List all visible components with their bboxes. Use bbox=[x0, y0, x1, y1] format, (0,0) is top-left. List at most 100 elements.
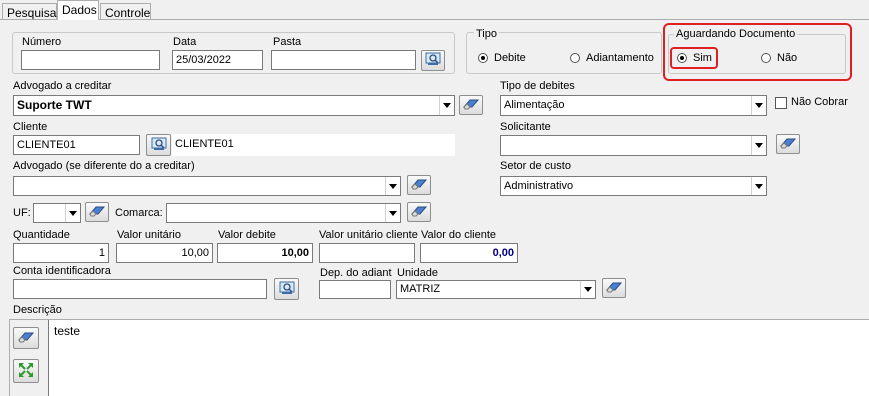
solicitante-select[interactable] bbox=[500, 135, 767, 156]
numero-input[interactable] bbox=[21, 50, 160, 70]
data-input[interactable]: 25/03/2022 bbox=[172, 50, 263, 70]
descricao-text: teste bbox=[54, 324, 81, 338]
solicitante-clear-button[interactable] bbox=[776, 134, 800, 154]
cliente-name-display: CLIENTE01 bbox=[172, 134, 455, 156]
advogado-creditar-value: Suporte TWT bbox=[17, 98, 92, 112]
uf-clear-button[interactable] bbox=[85, 202, 109, 222]
advogado-creditar-clear-button[interactable] bbox=[459, 95, 483, 115]
valor-debite-label: Valor debite bbox=[218, 229, 276, 241]
quantidade-input[interactable]: 1 bbox=[13, 243, 109, 263]
eraser-icon bbox=[17, 331, 35, 346]
unidade-clear-button[interactable] bbox=[602, 278, 626, 298]
numero-label: Número bbox=[22, 36, 62, 48]
tab-bar: Pesquisa Dados Controle bbox=[0, 0, 869, 20]
cliente-search-button[interactable] bbox=[146, 134, 171, 156]
aguardando-sim-radio[interactable]: Sim bbox=[677, 52, 712, 64]
eraser-icon bbox=[88, 205, 106, 220]
comarca-label: Comarca: bbox=[115, 207, 163, 219]
tipo-debites-label: Tipo de debites bbox=[500, 80, 575, 92]
chevron-down-icon[interactable] bbox=[65, 204, 80, 222]
advogado-creditar-select[interactable]: Suporte TWT bbox=[13, 95, 455, 116]
eraser-icon bbox=[410, 205, 428, 220]
expand-icon bbox=[18, 362, 34, 381]
valor-cliente-display: 0,00 bbox=[420, 243, 518, 263]
radio-unselected-icon bbox=[761, 53, 771, 63]
quantidade-label: Quantidade bbox=[13, 229, 70, 241]
aguardando-sim-label: Sim bbox=[693, 52, 712, 64]
tab-pesquisa[interactable]: Pesquisa bbox=[2, 3, 57, 20]
dep-adiant-label: Dep. do adiant bbox=[320, 267, 392, 279]
radio-selected-icon bbox=[677, 53, 687, 63]
conta-search-button[interactable] bbox=[274, 278, 299, 300]
tipo-debite-radio[interactable]: Debite bbox=[478, 52, 526, 64]
tab-divider bbox=[0, 19, 869, 20]
valor-unitario-cliente-label: Valor unitário cliente bbox=[319, 229, 418, 241]
advogado-diferente-clear-button[interactable] bbox=[407, 175, 431, 195]
advogado-diferente-select[interactable] bbox=[13, 176, 401, 196]
dep-adiant-input[interactable] bbox=[319, 280, 391, 299]
descricao-clear-button[interactable] bbox=[13, 327, 39, 349]
chevron-down-icon[interactable] bbox=[580, 281, 595, 298]
search-icon bbox=[151, 137, 167, 154]
tipo-debite-label: Debite bbox=[494, 52, 526, 64]
chevron-down-icon[interactable] bbox=[751, 177, 766, 195]
tab-pesquisa-label: Pesquisa bbox=[7, 6, 57, 20]
advogado-diferente-label: Advogado (se diferente do a creditar) bbox=[13, 160, 195, 172]
tipo-debites-select[interactable]: Alimentação bbox=[500, 95, 767, 116]
radio-unselected-icon bbox=[570, 53, 580, 63]
unidade-select[interactable]: MATRIZ bbox=[396, 280, 596, 299]
tab-dados[interactable]: Dados bbox=[57, 0, 99, 20]
chevron-down-icon[interactable] bbox=[751, 96, 766, 115]
eraser-icon bbox=[605, 281, 623, 296]
descricao-label: Descrição bbox=[13, 304, 62, 316]
eraser-icon bbox=[410, 178, 428, 193]
chevron-down-icon[interactable] bbox=[385, 177, 400, 195]
comarca-select[interactable] bbox=[166, 203, 401, 223]
data-label: Data bbox=[173, 36, 197, 48]
descricao-expand-button[interactable] bbox=[13, 359, 39, 383]
valor-unitario-label: Valor unitário bbox=[117, 229, 181, 241]
uf-select[interactable] bbox=[33, 203, 81, 223]
valor-cliente-label: Valor do cliente bbox=[421, 229, 497, 241]
radio-selected-icon bbox=[478, 53, 488, 63]
eraser-icon bbox=[779, 137, 797, 152]
cliente-label: Cliente bbox=[13, 121, 48, 133]
eraser-icon bbox=[462, 98, 480, 113]
uf-label: UF: bbox=[13, 207, 31, 219]
aguardando-nao-label: Não bbox=[777, 52, 798, 64]
nao-cobrar-checkbox[interactable] bbox=[775, 97, 787, 109]
aguardando-label: Aguardando Documento bbox=[674, 28, 798, 40]
tab-controle[interactable]: Controle bbox=[100, 3, 151, 20]
tipo-label: Tipo bbox=[474, 28, 499, 40]
conta-input[interactable] bbox=[13, 279, 267, 299]
tab-controle-label: Controle bbox=[105, 6, 151, 20]
pasta-search-button[interactable] bbox=[421, 50, 445, 71]
tipo-debites-value: Alimentação bbox=[504, 99, 565, 111]
chevron-down-icon[interactable] bbox=[385, 204, 400, 222]
valor-unitario-input[interactable]: 10,00 bbox=[116, 243, 213, 263]
conta-label: Conta identificadora bbox=[13, 265, 111, 277]
nao-cobrar-label: Não Cobrar bbox=[791, 96, 848, 108]
search-icon bbox=[279, 281, 295, 298]
search-icon bbox=[425, 52, 441, 69]
setor-custo-select[interactable]: Administrativo bbox=[500, 176, 767, 196]
setor-custo-label: Setor de custo bbox=[500, 160, 571, 172]
solicitante-label: Solicitante bbox=[500, 121, 551, 133]
pasta-label: Pasta bbox=[273, 36, 302, 48]
tipo-adiantamento-label: Adiantamento bbox=[586, 52, 654, 64]
tipo-adiantamento-radio[interactable]: Adiantamento bbox=[570, 52, 654, 64]
valor-unitario-cliente-input[interactable] bbox=[319, 243, 415, 263]
comarca-clear-button[interactable] bbox=[407, 202, 431, 222]
chevron-down-icon[interactable] bbox=[439, 96, 454, 115]
cliente-code-input[interactable]: CLIENTE01 bbox=[13, 135, 140, 155]
tab-dados-label: Dados bbox=[62, 3, 97, 17]
pasta-input[interactable] bbox=[271, 50, 416, 70]
chevron-down-icon[interactable] bbox=[751, 136, 766, 155]
setor-custo-value: Administrativo bbox=[504, 180, 574, 192]
valor-debite-display: 10,00 bbox=[217, 243, 313, 263]
unidade-value: MATRIZ bbox=[400, 283, 441, 295]
advogado-creditar-label: Advogado a creditar bbox=[13, 80, 112, 92]
aguardando-nao-radio[interactable]: Não bbox=[761, 52, 797, 64]
descricao-textarea[interactable]: teste bbox=[48, 320, 869, 396]
unidade-label: Unidade bbox=[397, 267, 438, 279]
